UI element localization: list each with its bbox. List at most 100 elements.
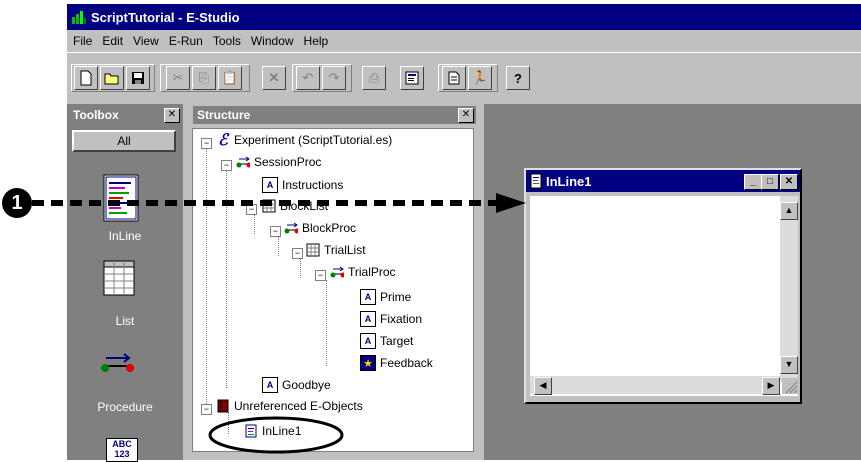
menu-window[interactable]: Window — [251, 34, 294, 48]
experiment-icon: ℰ — [218, 132, 228, 149]
save-icon[interactable] — [126, 66, 150, 90]
cut-icon[interactable]: ✂ — [166, 66, 190, 90]
collapse-icon[interactable]: − — [270, 226, 281, 237]
tree-node-trialproc[interactable]: TrialProc — [330, 265, 396, 279]
toolbox-close-icon[interactable]: ✕ — [164, 108, 180, 123]
resize-grip-icon[interactable] — [782, 378, 798, 394]
feedback-icon: ★ — [360, 355, 376, 371]
tree-line — [254, 214, 255, 234]
tree-label: TrialList — [324, 243, 366, 257]
redo-icon[interactable]: ↷ — [322, 66, 346, 90]
inline-script-editor[interactable] — [530, 196, 798, 396]
collapse-icon[interactable]: − — [201, 138, 212, 149]
collapse-icon[interactable]: − — [221, 160, 232, 171]
maximize-icon[interactable]: □ — [761, 174, 779, 190]
scroll-down-icon[interactable]: ▼ — [780, 356, 798, 374]
delete-icon[interactable]: ✕ — [262, 66, 286, 90]
scroll-left-icon[interactable]: ◀ — [534, 377, 552, 395]
menu-view[interactable]: View — [133, 34, 159, 48]
procedure-icon — [330, 265, 344, 279]
app-title: ScriptTutorial - E-Studio — [91, 9, 240, 25]
run-icon[interactable]: 🏃 — [468, 66, 492, 90]
scroll-up-icon[interactable]: ▲ — [780, 202, 798, 220]
book-icon — [216, 399, 230, 413]
inline-icon — [530, 173, 542, 189]
tree-label: Instructions — [282, 178, 344, 192]
toolbox-all-button[interactable]: All — [72, 130, 176, 152]
menu-bar: File Edit View E-Run Tools Window Help — [67, 30, 861, 52]
list-icon — [306, 243, 320, 257]
structure-title: Structure — [193, 106, 476, 124]
tree-line — [326, 280, 327, 366]
open-icon[interactable] — [100, 66, 124, 90]
app-titlebar[interactable]: ScriptTutorial - E-Studio — [67, 4, 861, 30]
inline-window-title: InLine1 — [546, 173, 592, 189]
script-icon[interactable] — [442, 66, 466, 90]
procedure-icon — [284, 221, 298, 235]
close-icon[interactable]: ✕ — [780, 174, 798, 190]
tree-label: TrialProc — [348, 265, 396, 279]
structure-close-icon[interactable]: ✕ — [458, 108, 474, 123]
textdisplay-icon: A — [360, 311, 376, 327]
horizontal-scrollbar[interactable] — [530, 376, 780, 394]
textdisplay-icon: A — [360, 333, 376, 349]
procedure-icon — [236, 155, 250, 169]
menu-erun[interactable]: E-Run — [169, 34, 203, 48]
highlight-ellipse — [208, 416, 344, 454]
tree-node-triallist[interactable]: TrialList — [306, 243, 366, 257]
app-icon — [71, 9, 87, 25]
callout-marker: ❶1 — [2, 188, 32, 218]
menu-file[interactable]: File — [73, 34, 92, 48]
tree-node-sessionproc[interactable]: SessionProc — [236, 155, 321, 169]
print-icon[interactable]: ⎙ — [362, 66, 386, 90]
collapse-icon[interactable]: − — [315, 270, 326, 281]
tree-label: Feedback — [380, 356, 433, 370]
copy-icon[interactable]: ⎘ — [192, 66, 216, 90]
textdisplay-icon: A — [262, 177, 278, 193]
tree-label: Goodbye — [282, 378, 331, 392]
tree-label: Prime — [380, 290, 412, 304]
callout-arrow — [32, 193, 526, 213]
toolbox-label-procedure: Procedure — [97, 400, 153, 414]
textdisplay-icon: A — [360, 289, 376, 305]
properties-icon[interactable] — [400, 66, 424, 90]
tree-label: Target — [380, 334, 414, 348]
tree-node-unreferenced[interactable]: Unreferenced E-Objects — [216, 399, 363, 413]
toolbox-item-list[interactable] — [100, 260, 140, 300]
textdisplay-icon[interactable]: ABC 123 — [106, 438, 138, 462]
menu-help[interactable]: Help — [304, 34, 329, 48]
tree-label: SessionProc — [254, 155, 322, 169]
toolbox-label-list: List — [115, 314, 135, 328]
tree-label: Experiment (ScriptTutorial.es) — [234, 133, 393, 147]
tree-node-blockproc[interactable]: BlockProc — [284, 221, 356, 235]
vertical-scrollbar[interactable] — [780, 196, 798, 382]
tree-node-goodbye[interactable]: A Goodbye — [262, 377, 331, 393]
tree-node-target[interactable]: A Target — [360, 333, 413, 349]
minimize-icon[interactable]: _ — [744, 174, 762, 190]
toolbox-title-label: Toolbox — [73, 108, 119, 122]
new-icon[interactable] — [74, 66, 98, 90]
tree-node-feedback[interactable]: ★ Feedback — [360, 355, 433, 371]
tree-node-instructions[interactable]: A Instructions — [262, 177, 343, 193]
tree-line — [278, 236, 279, 256]
tree-label: Unreferenced E-Objects — [234, 399, 363, 413]
help-icon[interactable]: ? — [506, 66, 530, 90]
menu-edit[interactable]: Edit — [102, 34, 123, 48]
toolbox-item-procedure[interactable] — [100, 352, 140, 382]
procedure-icon — [101, 353, 134, 372]
paste-icon[interactable]: 📋 — [218, 66, 242, 90]
undo-icon[interactable]: ↶ — [296, 66, 320, 90]
tree-label: BlockProc — [302, 221, 357, 235]
tree-node-fixation[interactable]: A Fixation — [360, 311, 422, 327]
menu-tools[interactable]: Tools — [213, 34, 241, 48]
tree-node-experiment[interactable]: ℰ Experiment (ScriptTutorial.es) — [216, 132, 393, 149]
tree-label: Fixation — [380, 312, 423, 326]
collapse-icon[interactable]: − — [292, 248, 303, 259]
list-icon — [103, 260, 135, 296]
textdisplay-icon: A — [262, 377, 278, 393]
tree-line — [300, 258, 301, 278]
tree-node-prime[interactable]: A Prime — [360, 289, 411, 305]
scroll-right-icon[interactable]: ▶ — [762, 377, 780, 395]
structure-title-label: Structure — [197, 108, 251, 122]
toolbox-label-inline: InLine — [108, 229, 142, 243]
